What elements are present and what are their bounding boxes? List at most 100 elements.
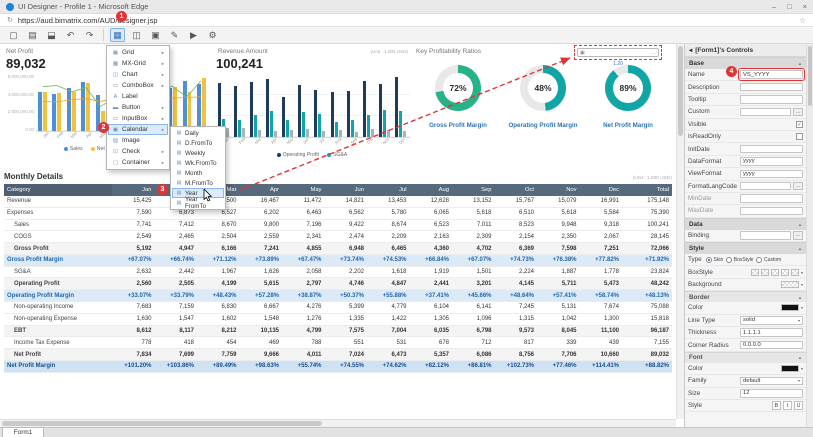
- prop-row-thickness: Thickness: [685, 327, 806, 340]
- menu-item-calendar[interactable]: ▣ Calendar ▸: [108, 124, 168, 135]
- submenu-item-year-fromto[interactable]: ▤ Year FromTo: [172, 196, 224, 210]
- boxstyle-swatch[interactable]: [750, 268, 759, 276]
- menu-item-chart[interactable]: ◫ Chart ▸: [108, 69, 168, 80]
- dropdown-icon[interactable]: ▾: [801, 282, 803, 287]
- boxstyle-radio[interactable]: [726, 256, 733, 263]
- binding-input[interactable]: [740, 231, 791, 240]
- menu-item-label[interactable]: A Label: [108, 91, 168, 102]
- custom-input[interactable]: [740, 107, 791, 117]
- minimize-button[interactable]: –: [772, 2, 776, 11]
- menu-item-container[interactable]: ▢ Container ▸: [108, 157, 168, 168]
- boxstyle-swatch[interactable]: [760, 268, 769, 276]
- chart-tool-icon[interactable]: ◫: [129, 28, 144, 42]
- maxdate-input[interactable]: [740, 206, 803, 216]
- boxstyle-swatch[interactable]: [770, 268, 779, 276]
- dataformat-input[interactable]: [740, 157, 803, 166]
- linetype-select[interactable]: solid ▾: [740, 316, 803, 325]
- open-file-icon[interactable]: ▤: [25, 28, 40, 42]
- boxstyle-swatch[interactable]: [780, 268, 789, 276]
- back-icon[interactable]: ◂: [689, 46, 692, 54]
- cell: 5,357: [409, 348, 452, 361]
- submenu-item-daily[interactable]: ▤ Daily: [172, 128, 224, 138]
- menu-item-mx-grid[interactable]: ▩ MX-Grid ▸: [108, 58, 168, 69]
- section-data[interactable]: Data ▲: [685, 217, 806, 230]
- vertical-scrollbar[interactable]: [676, 44, 684, 419]
- border-color-swatch[interactable]: [780, 304, 799, 312]
- submenu-item-wk-fromto[interactable]: ▤ Wk.FromTo: [172, 158, 224, 168]
- favorite-star-icon[interactable]: ☆: [799, 16, 806, 25]
- font-family-select[interactable]: default ▾: [740, 376, 803, 386]
- insert-component-icon[interactable]: ▦: [110, 28, 125, 42]
- cell: +71.12%: [197, 254, 240, 267]
- menu-item-inputbox[interactable]: ▭ InputBox ▸: [108, 113, 168, 124]
- viewformat-input[interactable]: [740, 169, 803, 179]
- new-document-icon[interactable]: ▢: [6, 28, 21, 42]
- vertical-scrollbar-thumb[interactable]: [678, 46, 683, 136]
- menu-item-button[interactable]: ▬ Button ▸: [108, 102, 168, 113]
- cell: 2,067: [579, 230, 622, 244]
- cell: 7,024: [324, 348, 367, 361]
- tab-form1[interactable]: Form1: [2, 427, 44, 437]
- description-input[interactable]: [740, 82, 803, 92]
- skin-radio[interactable]: [706, 256, 712, 263]
- cell: 2,442: [154, 266, 197, 279]
- ellipsis-icon[interactable]: …: [651, 50, 656, 56]
- cell: 12,628: [409, 196, 452, 208]
- initdate-input[interactable]: [740, 144, 803, 154]
- bold-button[interactable]: B: [772, 401, 781, 410]
- edit-icon[interactable]: ✎: [167, 28, 182, 42]
- submenu-item-weekly[interactable]: ▤ Weekly: [172, 148, 224, 158]
- save-icon[interactable]: ⬓: [44, 28, 59, 42]
- preview-play-icon[interactable]: ▶: [186, 28, 201, 42]
- maximize-button[interactable]: □: [787, 2, 792, 11]
- isreadonly-checkbox[interactable]: [796, 133, 803, 141]
- panel-scrollbar[interactable]: [806, 44, 813, 427]
- italic-button[interactable]: I: [783, 401, 792, 410]
- dropdown-icon[interactable]: ▾: [801, 305, 803, 310]
- redo-icon[interactable]: ↷: [82, 28, 97, 42]
- boxstyle-swatch[interactable]: [790, 268, 799, 276]
- section-base[interactable]: Base ▲: [685, 57, 806, 69]
- binding-dots-button[interactable]: …: [793, 231, 803, 240]
- menu-item-grid[interactable]: ▦ Grid ▸: [108, 47, 168, 58]
- font-size-input[interactable]: [740, 389, 803, 398]
- underline-button[interactable]: U: [794, 401, 803, 410]
- custom-dots-button[interactable]: …: [793, 107, 803, 117]
- menu-item-image[interactable]: ▨ Image: [108, 135, 168, 146]
- custom-radio[interactable]: [756, 256, 763, 263]
- submenu-item-month[interactable]: ▤ Month: [172, 168, 224, 178]
- menu-item-check[interactable]: ☑ Check ▸: [108, 146, 168, 157]
- panel-scrollbar-thumb[interactable]: [808, 46, 812, 106]
- menu-item-combobox[interactable]: ▭ ComboBox ▸: [108, 80, 168, 91]
- year-input[interactable]: ▣ …: [577, 48, 659, 57]
- formatlangcode-input[interactable]: [740, 181, 791, 191]
- dropdown-icon[interactable]: ▾: [801, 270, 803, 275]
- cell: 9,318: [579, 219, 622, 232]
- section-style[interactable]: Style ▲: [685, 242, 806, 255]
- background-swatch[interactable]: [780, 281, 799, 289]
- dataset-icon[interactable]: ▣: [148, 28, 163, 42]
- submenu-item-label: Month: [185, 169, 203, 177]
- table-unit: (Unit : 1,000 USD): [632, 176, 672, 181]
- tooltip-input[interactable]: [740, 95, 803, 104]
- mindate-input[interactable]: [740, 194, 803, 203]
- formatlangcode-dots-button[interactable]: …: [793, 181, 803, 191]
- table-header-row: CategoryJanFebMarAprMayJunJulAugSepOctNo…: [4, 184, 672, 196]
- settings-gear-icon[interactable]: ⚙: [205, 28, 220, 42]
- thickness-input[interactable]: [740, 328, 803, 337]
- submenu-item-d-fromto[interactable]: ▤ D.FromTo: [172, 138, 224, 148]
- font-color-swatch[interactable]: [780, 365, 799, 372]
- prop-row-visible: Visible ✓: [685, 119, 806, 131]
- name-input[interactable]: [738, 68, 805, 81]
- close-button[interactable]: ×: [803, 2, 807, 11]
- undo-icon[interactable]: ↶: [63, 28, 78, 42]
- visible-checkbox[interactable]: ✓: [796, 120, 803, 128]
- horizontal-scrollbar-thumb[interactable]: [2, 421, 322, 426]
- horizontal-scrollbar[interactable]: [0, 419, 676, 427]
- refresh-icon[interactable]: ↻: [7, 16, 13, 24]
- submenu-item-m-fromto[interactable]: ▤ M.FromTo: [172, 178, 224, 188]
- dropdown-icon[interactable]: ▾: [801, 366, 803, 371]
- cell: 7,004: [367, 325, 410, 338]
- corner-radius-input[interactable]: [740, 340, 803, 350]
- cell: 15,818: [622, 313, 672, 326]
